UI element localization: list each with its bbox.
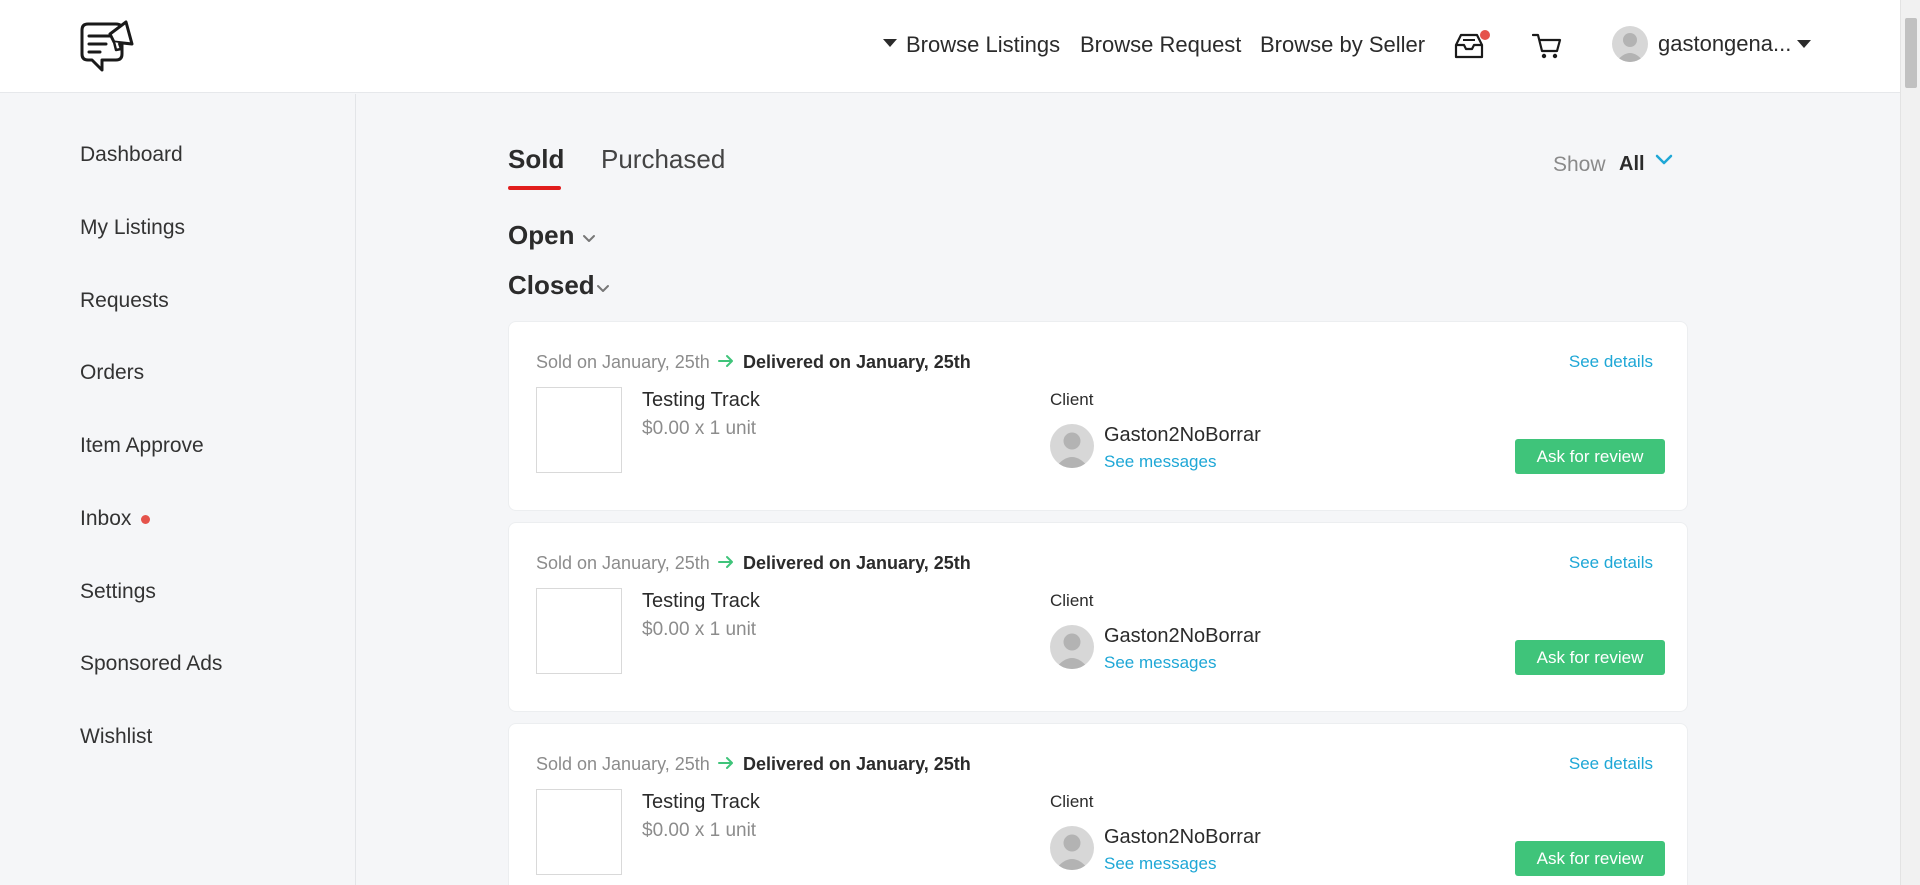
item-price: $0.00 x 1 unit — [642, 820, 757, 841]
see-messages-link[interactable]: See messages — [1104, 452, 1216, 472]
client-label: Client — [1050, 591, 1094, 610]
sidebar-item-requests[interactable]: Requests — [80, 289, 169, 313]
client-label: Client — [1050, 792, 1094, 811]
user-name[interactable]: gastongena... — [1658, 31, 1791, 57]
megaphone-chat-logo[interactable] — [76, 14, 138, 78]
client-label: Client — [1050, 390, 1094, 409]
sidebar-item-orders[interactable]: Orders — [80, 361, 144, 385]
browse-listings-caret-icon[interactable] — [883, 39, 897, 47]
client-avatar — [1050, 424, 1094, 468]
arrow-right-icon — [718, 757, 733, 769]
sidebar — [0, 94, 356, 885]
chevron-down-icon[interactable] — [1655, 154, 1673, 166]
see-messages-link[interactable]: See messages — [1104, 854, 1216, 874]
client-name: Gaston2NoBorrar — [1104, 424, 1261, 446]
user-menu-caret-icon[interactable] — [1797, 40, 1811, 48]
chevron-down-icon[interactable] — [582, 234, 596, 244]
sidebar-item-wishlist[interactable]: Wishlist — [80, 725, 152, 749]
show-filter-label: Show — [1553, 153, 1606, 176]
inbox-unread-dot — [141, 515, 150, 524]
sold-date: Sold on January, 25th — [536, 553, 710, 573]
sold-date: Sold on January, 25th — [536, 352, 710, 372]
ask-for-review-button[interactable]: Ask for review — [1515, 439, 1665, 474]
cart-icon[interactable] — [1532, 32, 1562, 60]
item-thumbnail[interactable] — [536, 588, 622, 674]
user-avatar[interactable] — [1612, 26, 1648, 62]
see-details-link[interactable]: See details — [1569, 553, 1653, 573]
chevron-down-icon[interactable] — [596, 284, 610, 294]
see-details-link[interactable]: See details — [1569, 754, 1653, 774]
page-scrollbar[interactable] — [1900, 0, 1920, 885]
delivered-date: Delivered on January, 25th — [743, 352, 971, 372]
item-thumbnail[interactable] — [536, 789, 622, 875]
sidebar-item-my-listings[interactable]: My Listings — [80, 216, 185, 240]
tab-sold[interactable]: Sold — [508, 144, 564, 175]
sold-date: Sold on January, 25th — [536, 754, 710, 774]
arrow-right-icon — [718, 355, 733, 367]
arrow-right-icon — [718, 556, 733, 568]
show-filter-select[interactable]: All — [1619, 153, 1645, 176]
sidebar-item-sponsored-ads[interactable]: Sponsored Ads — [80, 652, 222, 676]
item-title: Testing Track — [642, 590, 760, 612]
sidebar-item-settings[interactable]: Settings — [80, 580, 156, 604]
client-avatar — [1050, 826, 1094, 870]
sidebar-item-item-approve[interactable]: Item Approve — [80, 434, 204, 458]
notification-dot — [1480, 30, 1490, 40]
active-tab-indicator — [508, 186, 561, 190]
ask-for-review-button[interactable]: Ask for review — [1515, 640, 1665, 675]
scrollbar-thumb[interactable] — [1905, 18, 1917, 88]
item-title: Testing Track — [642, 389, 760, 411]
client-name: Gaston2NoBorrar — [1104, 826, 1261, 848]
client-name: Gaston2NoBorrar — [1104, 625, 1261, 647]
tab-purchased[interactable]: Purchased — [601, 144, 725, 175]
ask-for-review-button[interactable]: Ask for review — [1515, 841, 1665, 876]
see-messages-link[interactable]: See messages — [1104, 653, 1216, 673]
nav-browse-listings[interactable]: Browse Listings — [906, 32, 1060, 58]
delivered-date: Delivered on January, 25th — [743, 553, 971, 573]
item-price: $0.00 x 1 unit — [642, 619, 757, 640]
client-avatar — [1050, 625, 1094, 669]
nav-browse-by-seller[interactable]: Browse by Seller — [1260, 32, 1425, 58]
sidebar-item-dashboard[interactable]: Dashboard — [80, 143, 183, 167]
delivered-date: Delivered on January, 25th — [743, 754, 971, 774]
see-details-link[interactable]: See details — [1569, 352, 1653, 372]
section-closed[interactable]: Closed — [508, 270, 595, 301]
order-card: Sold on January, 25th Delivered on Janua… — [508, 522, 1688, 712]
order-card: Sold on January, 25th Delivered on Janua… — [508, 321, 1688, 511]
item-thumbnail[interactable] — [536, 387, 622, 473]
sidebar-item-inbox[interactable]: Inbox — [80, 507, 131, 531]
item-title: Testing Track — [642, 791, 760, 813]
section-open[interactable]: Open — [508, 220, 574, 251]
nav-browse-request[interactable]: Browse Request — [1080, 32, 1241, 58]
item-price: $0.00 x 1 unit — [642, 418, 757, 439]
order-card: Sold on January, 25th Delivered on Janua… — [508, 723, 1688, 885]
top-header: Browse Listings Browse Request Browse by… — [0, 0, 1900, 93]
